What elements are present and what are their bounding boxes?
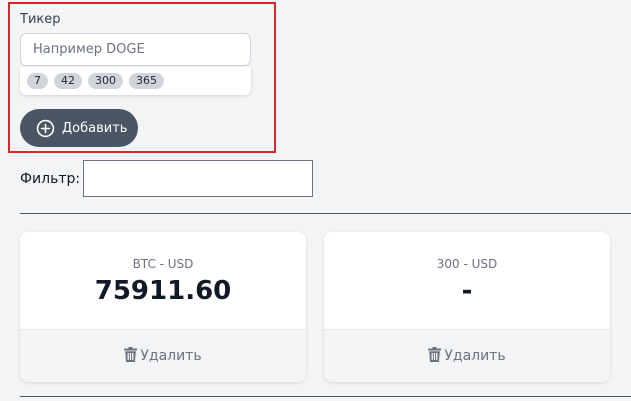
divider-top xyxy=(20,213,631,214)
divider-bottom xyxy=(20,396,631,397)
filter-input[interactable] xyxy=(83,160,314,197)
delete-label: Удалить xyxy=(140,348,202,364)
ticker-label: Тикер xyxy=(20,12,61,27)
filter-row: Фильтр: xyxy=(20,160,314,197)
card-title: 300 - USD xyxy=(436,257,498,271)
suggestion-chip[interactable]: 300 xyxy=(88,73,123,89)
suggestion-chip[interactable]: 7 xyxy=(27,73,48,89)
filter-label: Фильтр: xyxy=(20,170,81,187)
trash-icon xyxy=(124,346,138,366)
suggestion-chip[interactable]: 365 xyxy=(129,73,164,89)
add-button-label: Добавить xyxy=(62,120,128,136)
ticker-card[interactable]: BTC - USD 75911.60 Удалить xyxy=(20,232,306,382)
card-body: BTC - USD 75911.60 xyxy=(20,232,306,329)
suggestion-chip[interactable]: 42 xyxy=(54,73,82,89)
ticker-input[interactable] xyxy=(20,33,251,66)
plus-circle-icon xyxy=(36,119,55,138)
add-ticker-section: Тикер 7 42 300 365 Добавить xyxy=(8,2,276,153)
card-title: BTC - USD xyxy=(132,257,194,271)
card-price: - xyxy=(461,276,473,306)
page: Тикер 7 42 300 365 Добавить Фильтр: BTC … xyxy=(0,0,631,401)
delete-label: Удалить xyxy=(444,348,506,364)
add-button[interactable]: Добавить xyxy=(20,109,138,147)
ticker-suggestions: 7 42 300 365 xyxy=(20,67,251,95)
ticker-card[interactable]: 300 - USD - Удалить xyxy=(324,232,610,382)
card-body: 300 - USD - xyxy=(324,232,610,329)
delete-button[interactable]: Удалить xyxy=(20,329,306,382)
trash-icon xyxy=(428,346,442,366)
delete-button[interactable]: Удалить xyxy=(324,329,610,382)
card-price: 75911.60 xyxy=(94,276,232,306)
